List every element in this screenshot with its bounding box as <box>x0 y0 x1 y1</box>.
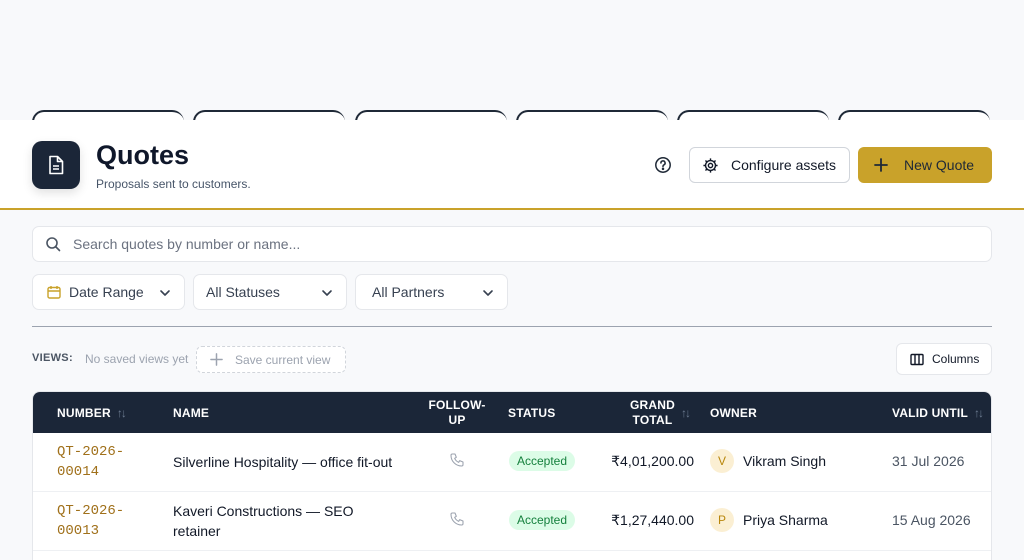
column-header-grand-total[interactable]: GRAND TOTAL ↑↓ <box>630 392 691 433</box>
page-icon <box>32 141 80 189</box>
follow-up-button[interactable] <box>449 511 465 530</box>
column-header-label: NAME <box>173 405 210 420</box>
save-current-view-label: Save current view <box>235 352 331 367</box>
chevron-down-icon <box>160 290 170 296</box>
phone-icon <box>450 512 464 526</box>
column-header-valid-until[interactable]: VALID UNTIL ↑↓ <box>892 392 984 433</box>
follow-up-button[interactable] <box>449 452 465 471</box>
columns-icon <box>910 353 924 365</box>
date-range-filter[interactable]: Date Range <box>32 274 185 310</box>
help-circle-icon <box>655 157 671 173</box>
column-header-label: OWNER <box>710 405 757 420</box>
column-header-label: STATUS <box>508 405 556 420</box>
column-header-follow-up: FOLLOW- UP <box>428 392 486 433</box>
status-filter[interactable]: All Statuses <box>193 274 347 310</box>
column-header-number[interactable]: NUMBER ↑↓ <box>57 392 127 433</box>
page-header: Quotes Proposals sent to customers. Conf… <box>0 120 1024 210</box>
quote-number-part: 00013 <box>57 523 100 539</box>
column-header-label: VALID UNTIL <box>892 405 968 420</box>
quote-number[interactable]: QT-2026- 00013 <box>57 501 124 541</box>
grand-total: ₹4,01,200.00 <box>611 453 694 469</box>
chevron-down-icon <box>483 290 493 296</box>
partners-filter[interactable]: All Partners <box>355 274 508 310</box>
column-header-status: STATUS <box>508 392 555 433</box>
sort-icon: ↑↓ <box>681 405 691 420</box>
section-divider <box>32 326 992 327</box>
status-cell: Accepted <box>509 510 576 530</box>
configure-assets-label: Configure assets <box>731 157 837 173</box>
column-header-label: FOLLOW- <box>428 397 486 412</box>
owner-name: Vikram Singh <box>743 453 827 469</box>
column-header-owner: OWNER <box>710 392 757 433</box>
status-filter-label: All Statuses <box>206 284 280 300</box>
plus-icon <box>874 158 888 172</box>
owner-name: Priya Sharma <box>743 512 828 528</box>
quote-number-part: QT-2026- <box>57 503 125 519</box>
status-badge: Accepted <box>509 510 576 530</box>
new-quote-button[interactable]: New Quote <box>858 147 992 183</box>
search-bar[interactable] <box>32 226 992 262</box>
document-icon <box>49 155 64 175</box>
grand-total: ₹1,27,440.00 <box>611 512 694 528</box>
column-header-label: UP <box>448 412 466 427</box>
help-button[interactable] <box>651 153 675 177</box>
avatar: P <box>710 508 734 532</box>
status-cell: Accepted <box>509 451 576 471</box>
page-title: Quotes <box>96 140 190 170</box>
status-badge: Accepted <box>509 451 576 471</box>
table-row[interactable]: QT-2026- 00013 Kaveri Constructions — SE… <box>33 492 991 551</box>
plus-icon <box>210 353 223 366</box>
owner-cell: P Priya Sharma <box>710 508 828 532</box>
valid-until: 15 Aug 2026 <box>892 512 971 528</box>
search-icon <box>46 237 61 252</box>
quote-number-part: QT-2026- <box>57 444 125 460</box>
avatar: V <box>710 449 734 473</box>
phone-icon <box>450 453 464 467</box>
page-subtitle: Proposals sent to customers. <box>96 177 251 191</box>
column-header-label: TOTAL <box>632 412 673 427</box>
quote-number-part: 00014 <box>57 464 100 480</box>
gear-icon <box>703 157 718 173</box>
configure-assets-button[interactable]: Configure assets <box>689 147 850 183</box>
partners-filter-label: All Partners <box>372 284 445 300</box>
views-empty-text: No saved views yet <box>85 352 189 366</box>
sort-icon: ↑↓ <box>973 405 984 420</box>
table-header: NUMBER ↑↓ NAME FOLLOW- UP STATUS GRAND T… <box>33 392 991 433</box>
table-row[interactable]: QT-2026- 00014 Silverline Hospitality — … <box>33 433 991 492</box>
calendar-icon <box>47 286 61 299</box>
quote-name: Kaveri Constructions — SEO retainer <box>173 501 354 541</box>
quote-name: Silverline Hospitality — office fit-out <box>173 454 393 470</box>
sort-icon: ↑↓ <box>116 405 127 420</box>
column-header-label: GRAND <box>630 397 675 412</box>
date-range-label: Date Range <box>69 284 144 300</box>
save-current-view-button[interactable]: Save current view <box>196 346 346 373</box>
quote-name-line: Kaveri Constructions — SEO <box>173 503 354 519</box>
columns-label: Columns <box>932 352 980 366</box>
column-header-label: NUMBER <box>57 405 111 420</box>
quote-name-line: retainer <box>173 523 221 539</box>
chevron-down-icon <box>322 290 332 296</box>
column-header-name: NAME <box>173 392 209 433</box>
columns-button[interactable]: Columns <box>896 343 992 375</box>
quotes-table: NUMBER ↑↓ NAME FOLLOW- UP STATUS GRAND T… <box>32 391 992 560</box>
views-label: VIEWS: <box>32 352 73 364</box>
owner-cell: V Vikram Singh <box>710 449 826 473</box>
valid-until: 31 Jul 2026 <box>892 453 965 469</box>
quote-number[interactable]: QT-2026- 00014 <box>57 442 124 482</box>
new-quote-label: New Quote <box>904 157 975 173</box>
search-input[interactable] <box>73 236 953 252</box>
